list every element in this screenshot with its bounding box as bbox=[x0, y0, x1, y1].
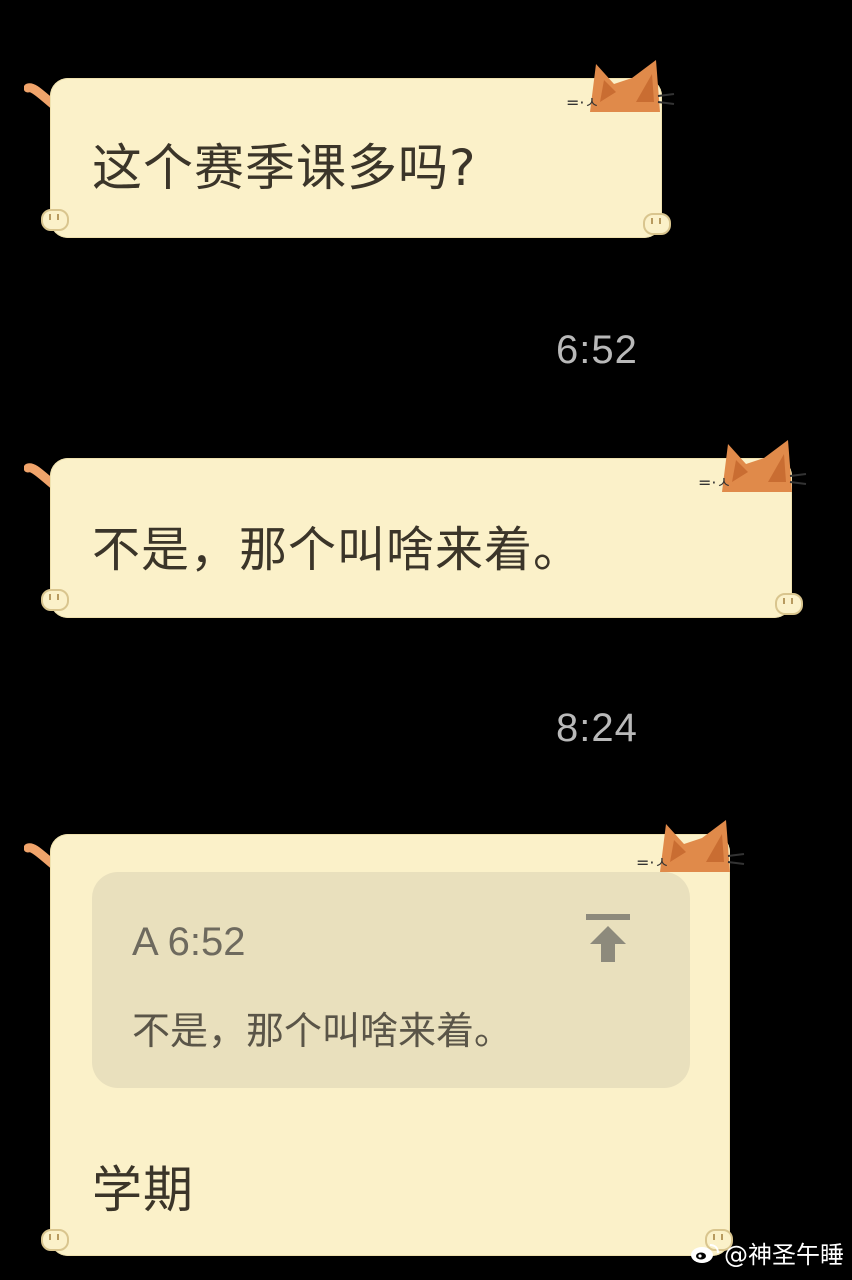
paw-icon bbox=[41, 1229, 69, 1251]
timestamp: 8:24 bbox=[556, 706, 638, 750]
jump-to-top-icon[interactable] bbox=[582, 910, 634, 966]
svg-text:=·ㅅ: =·ㅅ bbox=[698, 473, 731, 492]
message-text: 不是，那个叫啥来着。 bbox=[92, 522, 583, 578]
watermark-text: @神圣午睡 bbox=[724, 1241, 844, 1269]
quoted-message[interactable] bbox=[92, 872, 690, 1088]
message-text: 这个赛季课多吗? bbox=[92, 139, 477, 197]
timestamp: 6:52 bbox=[556, 328, 638, 372]
paw-icon bbox=[643, 213, 671, 235]
paw-icon bbox=[41, 589, 69, 611]
svg-text:=·ㅅ: =·ㅅ bbox=[636, 853, 669, 872]
svg-text:=·ㅅ: =·ㅅ bbox=[566, 93, 599, 112]
weibo-logo-icon bbox=[691, 1243, 719, 1263]
paw-icon bbox=[41, 209, 69, 231]
paw-icon bbox=[775, 593, 803, 615]
quote-sender-time: A 6:52 bbox=[132, 920, 246, 964]
message-text: 学期 bbox=[92, 1161, 194, 1219]
cat-icon: =·ㅅ bbox=[636, 820, 745, 872]
cat-icon: =·ㅅ bbox=[698, 440, 807, 492]
cat-icon: =·ㅅ bbox=[566, 60, 675, 112]
quote-text: 不是，那个叫啥来着。 bbox=[132, 1009, 513, 1053]
watermark: @神圣午睡 bbox=[690, 1235, 844, 1270]
